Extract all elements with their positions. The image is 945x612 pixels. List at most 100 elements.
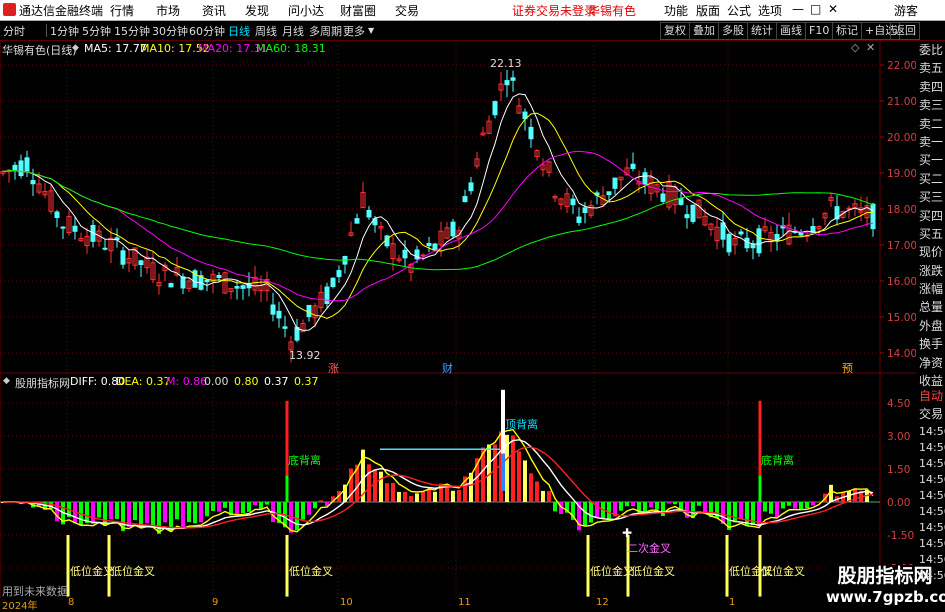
- menu-jiaoyi[interactable]: 交易: [395, 2, 419, 19]
- quote-row-5: 卖一: [916, 133, 945, 151]
- watermark-url: www.7gpzb.com: [826, 587, 944, 607]
- menu-banmian[interactable]: 版面: [696, 2, 720, 19]
- macd-bar: [523, 460, 527, 502]
- y-axis-labels: 22.0021.0020.0019.0018.0017.0016.0015.00…: [887, 60, 916, 575]
- tab-fenshi[interactable]: 分时: [3, 23, 25, 39]
- indicator-settings-icon[interactable]: ◆: [3, 376, 10, 386]
- f10-button[interactable]: F10: [805, 22, 833, 40]
- legend-v2: 0.37: [264, 375, 289, 388]
- period-toolbar: 分时 1分钟 5分钟 15分钟 30分钟 60分钟 日线 周线 月线 多周期 更…: [0, 21, 945, 41]
- menu-hangqing[interactable]: 行情: [110, 2, 134, 19]
- candle-body: [871, 204, 875, 229]
- signal-top-divergence: 顶背离: [505, 416, 538, 432]
- quote-row-6: 买一: [916, 151, 945, 169]
- macd-bar: [457, 490, 461, 502]
- pin-icon[interactable]: ◇: [851, 41, 859, 54]
- price-tick-label: 17.00: [887, 240, 916, 252]
- macd-bar: [241, 502, 245, 513]
- macd-bar: [409, 496, 413, 502]
- minimize-button[interactable]: —: [792, 2, 804, 16]
- macd-bar: [85, 502, 89, 523]
- menu-gongshi[interactable]: 公式: [727, 2, 751, 19]
- menu-faxian[interactable]: 发现: [245, 2, 269, 19]
- quote-row-13: 涨幅: [916, 280, 945, 298]
- menu-zixun[interactable]: 资讯: [202, 2, 226, 19]
- macd-bar: [541, 491, 545, 502]
- kline-chart[interactable]: 22.0021.0020.0019.0018.0017.0016.0015.00…: [0, 41, 916, 609]
- candle-body: [103, 248, 107, 249]
- time-label-year: 2024年: [2, 597, 37, 612]
- macd-bar: [697, 502, 701, 506]
- tab-15min[interactable]: 15分钟: [114, 23, 150, 39]
- macd-bar: [235, 502, 239, 514]
- time-label-nov: 11: [458, 597, 471, 608]
- maximize-button[interactable]: □: [810, 2, 821, 16]
- tab-daily[interactable]: 日线: [228, 23, 250, 39]
- macd-bar: [247, 502, 251, 512]
- macd-bar: [91, 502, 95, 524]
- back-button[interactable]: 返回: [890, 22, 920, 40]
- macd-bar: [673, 502, 677, 504]
- ma60-value: MA60: 18.31: [256, 42, 326, 55]
- legend-v3: 0.37: [294, 375, 319, 388]
- overlay-button[interactable]: 叠加: [689, 22, 719, 40]
- trade-label[interactable]: 交易: [916, 405, 945, 423]
- candle-body: [613, 178, 617, 188]
- tab-monthly[interactable]: 月线: [282, 23, 304, 39]
- app-logo-icon: [3, 3, 16, 16]
- price-tick-label: 18.00: [887, 204, 916, 216]
- macd-bar: [307, 502, 311, 515]
- tab-60min[interactable]: 60分钟: [189, 23, 225, 39]
- quote-row-9: 买四: [916, 207, 945, 225]
- menu-caifuquan[interactable]: 财富圈: [340, 2, 376, 19]
- candle-body: [757, 229, 761, 253]
- tab-multi-period[interactable]: 多周期: [309, 23, 342, 39]
- mark-zhang[interactable]: 涨: [328, 360, 339, 376]
- trade-time-9: 14:56: [916, 568, 945, 584]
- ma-settings-icon[interactable]: ◆: [72, 43, 79, 53]
- moving-average-lines: [3, 94, 873, 330]
- tab-more[interactable]: 更多: [343, 23, 365, 39]
- candle-body: [25, 158, 29, 171]
- quote-row-17: 净资: [916, 354, 945, 372]
- quote-row-7: 买二: [916, 170, 945, 188]
- price-tick-label: 20.00: [887, 132, 916, 144]
- quote-row-8: 买三: [916, 188, 945, 206]
- guest-label[interactable]: 游客: [894, 2, 918, 19]
- macd-bar: [385, 483, 389, 502]
- multi-stock-button[interactable]: 多股: [718, 22, 748, 40]
- tab-1min[interactable]: 1分钟: [50, 23, 79, 39]
- macd-bar: [589, 502, 593, 523]
- close-chart-icon[interactable]: ✕: [866, 41, 875, 54]
- restore-rights-button[interactable]: 复权: [660, 22, 690, 40]
- macd-bar: [109, 502, 113, 519]
- quote-row-2: 卖四: [916, 78, 945, 96]
- menu-gongneng[interactable]: 功能: [664, 2, 688, 19]
- macd-bar: [769, 502, 773, 514]
- menu-xuanxiang[interactable]: 选项: [758, 2, 782, 19]
- tab-5min[interactable]: 5分钟: [82, 23, 111, 39]
- trade-time-0: 14:56: [916, 424, 945, 440]
- time-label-oct: 10: [340, 597, 353, 608]
- time-label-sep: 9: [212, 597, 218, 608]
- login-notice[interactable]: 证券交易未登录: [512, 2, 596, 19]
- macd-tick-label: 0.00: [887, 497, 910, 509]
- candle-body: [217, 276, 221, 278]
- menu-shichang[interactable]: 市场: [156, 2, 180, 19]
- mark-yu[interactable]: 预: [842, 360, 853, 376]
- candle-body: [235, 287, 239, 289]
- quote-row-11: 现价: [916, 243, 945, 261]
- draw-line-button[interactable]: 画线: [776, 22, 806, 40]
- auto-label[interactable]: 自动: [916, 387, 945, 405]
- close-button[interactable]: ✕: [828, 2, 838, 16]
- macd-bar: [619, 502, 623, 511]
- mark-cai[interactable]: 财: [442, 360, 453, 376]
- statistics-button[interactable]: 统计: [747, 22, 777, 40]
- chevron-down-icon[interactable]: ▼: [368, 26, 374, 35]
- mark-button[interactable]: 标记: [832, 22, 862, 40]
- tab-30min[interactable]: 30分钟: [152, 23, 188, 39]
- tab-weekly[interactable]: 周线: [255, 23, 277, 39]
- macd-bar: [787, 502, 791, 506]
- menu-wenxiaoda[interactable]: 问小达: [288, 2, 324, 19]
- macd-bar: [781, 502, 785, 509]
